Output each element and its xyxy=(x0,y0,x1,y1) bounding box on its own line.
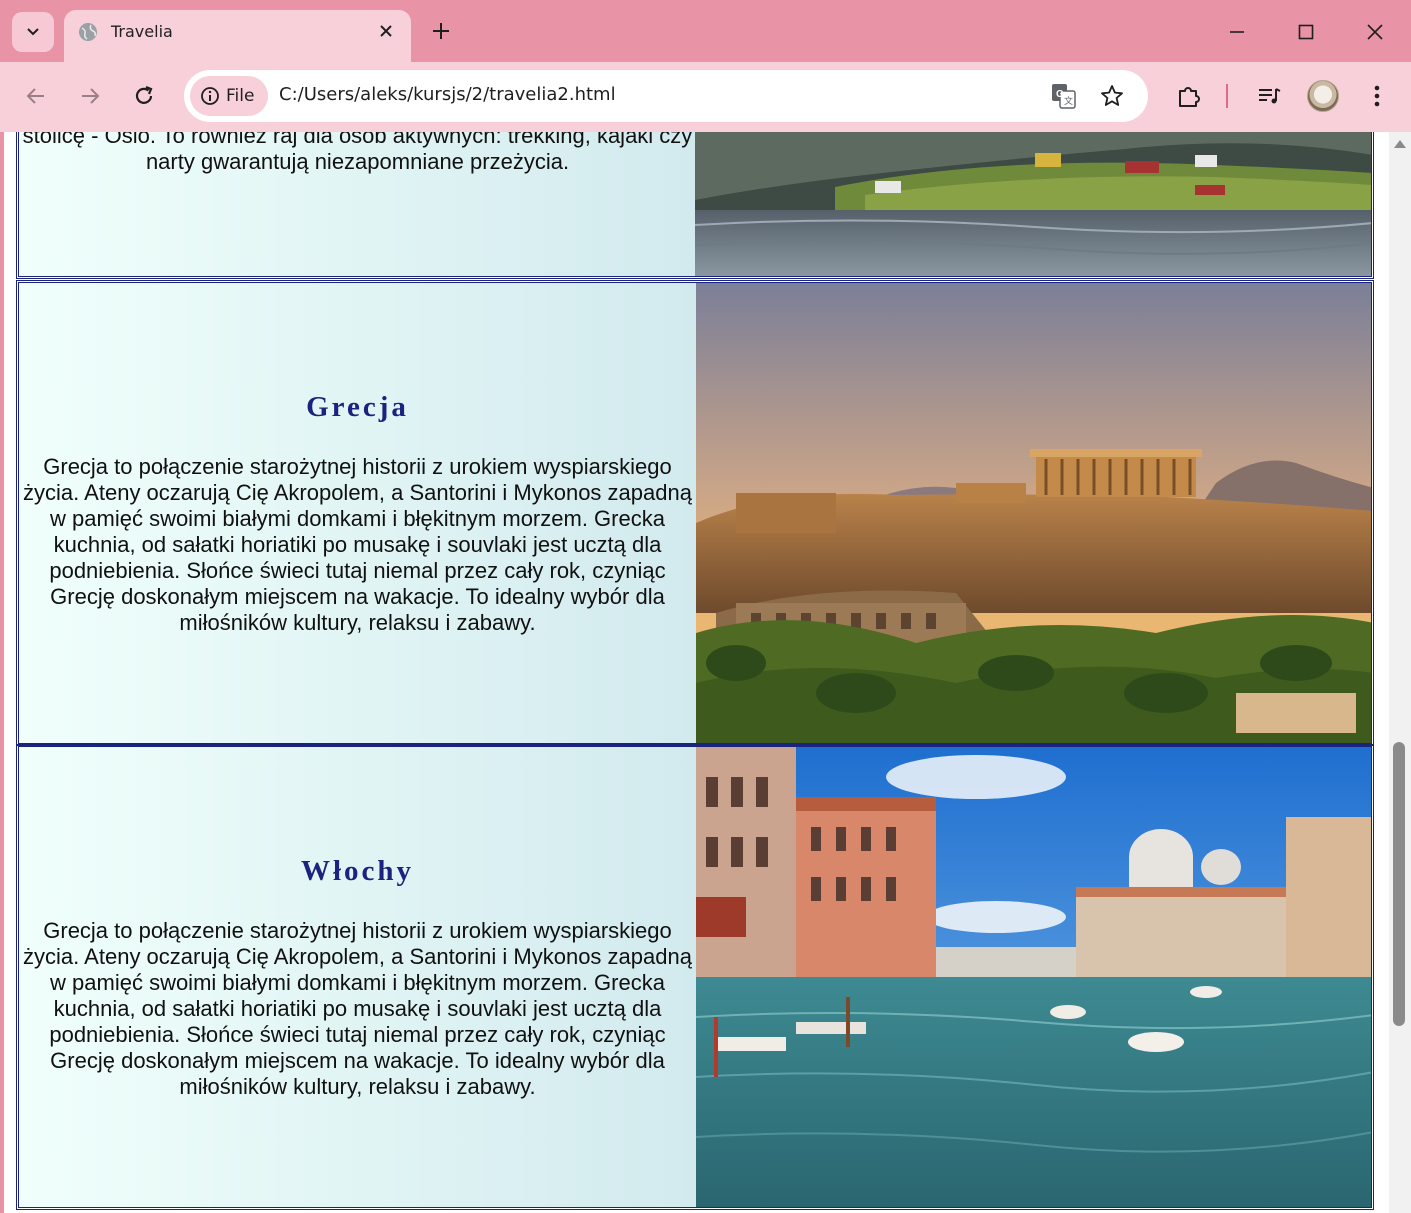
italy-image xyxy=(696,747,1371,1207)
address-bar[interactable]: File C:/Users/aleks/kursjs/2/travelia2.h… xyxy=(184,70,1148,122)
chevron-down-icon xyxy=(27,28,39,36)
plus-icon xyxy=(433,23,449,39)
page-margin xyxy=(4,132,16,1213)
media-controls-icon xyxy=(1259,88,1281,104)
minimize-button[interactable] xyxy=(1214,14,1260,50)
venice-photo xyxy=(696,747,1371,1207)
extensions-button[interactable] xyxy=(1173,80,1205,112)
browser-window: Travelia File C:/Users/aleks/kursjs/2/tr… xyxy=(0,0,1411,1213)
forward-button[interactable] xyxy=(72,78,108,114)
new-tab-button[interactable] xyxy=(426,16,456,46)
toolbar: File C:/Users/aleks/kursjs/2/travelia2.h… xyxy=(0,62,1411,132)
media-controls-button[interactable] xyxy=(1253,80,1285,112)
globe-icon xyxy=(79,23,97,41)
close-window-button[interactable] xyxy=(1352,14,1398,50)
browser-menu-button[interactable] xyxy=(1361,80,1393,112)
site-info-chip[interactable]: File xyxy=(190,76,268,116)
arrow-left-icon xyxy=(26,88,44,104)
page-scrollbar[interactable] xyxy=(1389,132,1411,1213)
italy-title: Włochy xyxy=(300,854,415,887)
url-text[interactable]: C:/Users/aleks/kursjs/2/travelia2.html xyxy=(279,84,616,105)
norway-image xyxy=(694,132,1371,276)
destination-row-greece: Grecja Grecja to połączenie starożytnej … xyxy=(16,280,1374,746)
translate-button[interactable]: G 文 xyxy=(1050,82,1078,110)
acropolis-photo xyxy=(696,283,1371,743)
bookmark-button[interactable] xyxy=(1098,82,1126,110)
greece-text-cell: Grecja Grecja to połączenie starożytnej … xyxy=(19,283,696,743)
svg-text:文: 文 xyxy=(1064,95,1073,106)
maximize-icon xyxy=(1298,24,1314,40)
arrow-right-icon xyxy=(82,88,100,104)
tab-travelia[interactable]: Travelia xyxy=(64,10,411,62)
avatar[interactable] xyxy=(1307,80,1339,112)
tab-search-button[interactable] xyxy=(12,12,54,52)
destination-row-norway: po Norwegii to okazja, by zobaczyć słynn… xyxy=(16,132,1374,279)
greece-image xyxy=(696,283,1371,743)
back-button[interactable] xyxy=(18,78,54,114)
greece-description: Grecja to połączenie starożytnej histori… xyxy=(23,453,692,635)
more-vertical-icon xyxy=(1374,85,1380,107)
maximize-button[interactable] xyxy=(1283,14,1329,50)
norway-fjord-photo xyxy=(694,132,1371,276)
italy-text-cell: Włochy Grecja to połączenie starożytnej … xyxy=(19,747,696,1207)
close-icon xyxy=(1367,24,1383,40)
scroll-up-arrow-icon[interactable] xyxy=(1394,140,1406,148)
destination-row-italy: Włochy Grecja to połączenie starożytnej … xyxy=(16,744,1374,1210)
scrollbar-thumb[interactable] xyxy=(1393,742,1405,1026)
page-viewport: po Norwegii to okazja, by zobaczyć słynn… xyxy=(4,132,1389,1213)
tab-strip: Travelia xyxy=(0,0,1411,62)
tab-close-button[interactable] xyxy=(375,20,397,42)
norway-description: po Norwegii to okazja, by zobaczyć słynn… xyxy=(22,132,693,174)
star-icon xyxy=(1101,85,1123,106)
italy-description: Grecja to połączenie starożytnej histori… xyxy=(23,917,692,1099)
reload-icon xyxy=(135,85,153,104)
reload-button[interactable] xyxy=(126,78,162,114)
translate-icon: G 文 xyxy=(1052,84,1076,109)
toolbar-divider xyxy=(1226,84,1228,108)
close-icon xyxy=(380,25,392,37)
minimize-icon xyxy=(1230,31,1244,33)
chip-label: File xyxy=(226,86,255,106)
greece-title: Grecja xyxy=(306,390,409,423)
norway-text-cell: po Norwegii to okazja, by zobaczyć słynn… xyxy=(19,132,695,276)
puzzle-icon xyxy=(1179,87,1200,107)
tab-title: Travelia xyxy=(111,22,173,41)
svg-text:G: G xyxy=(1056,89,1064,100)
info-icon xyxy=(201,87,219,105)
